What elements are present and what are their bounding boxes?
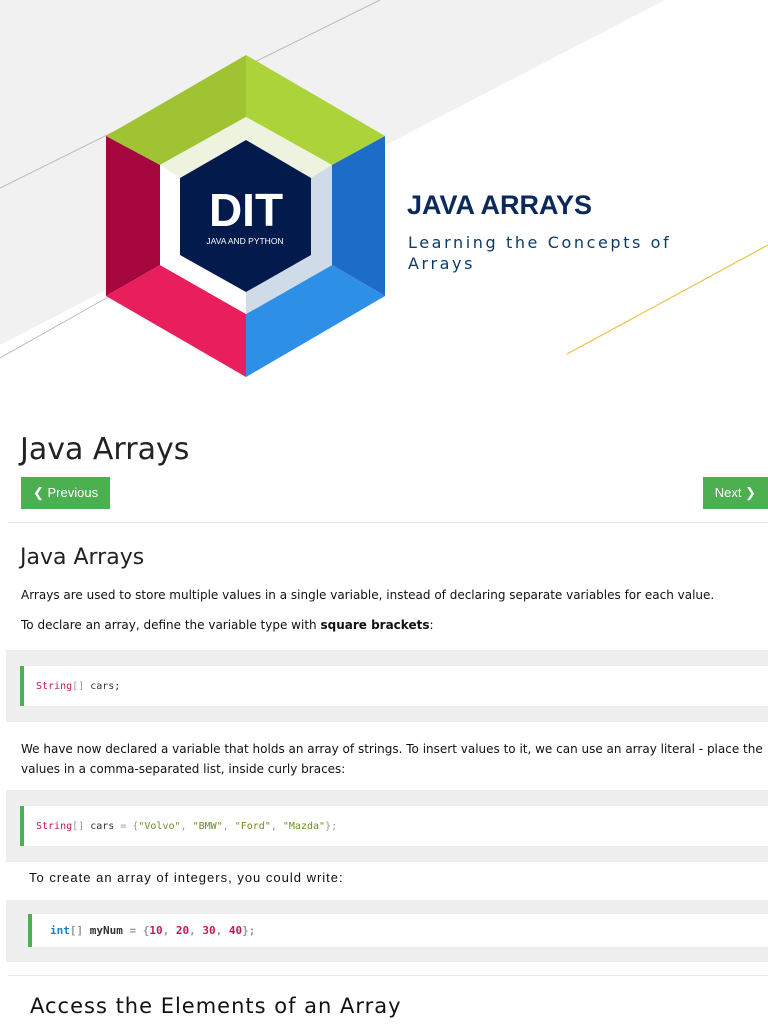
- cover-graphic: DIT JAVA AND PYTHON: [0, 0, 768, 377]
- divider: [8, 975, 768, 976]
- logo-text: DIT: [209, 184, 283, 236]
- text: To declare an array, define the variable…: [21, 618, 321, 632]
- code-number: 30: [202, 924, 216, 937]
- code-line: int[] myNum = {10, 20, 30, 40};: [28, 914, 768, 947]
- code-token: []: [72, 820, 85, 832]
- code-token: cars;: [84, 680, 121, 692]
- cover-banner: DIT JAVA AND PYTHON JAVA ARRAYS Learning…: [0, 0, 768, 390]
- cover-title: JAVA ARRAYS: [407, 190, 593, 220]
- divider: [8, 522, 768, 523]
- code-token: ,: [215, 924, 229, 937]
- bold-text: square brackets: [320, 618, 430, 632]
- code-string: "Ford": [234, 820, 271, 832]
- code-token: ,: [189, 924, 203, 937]
- code-type: String: [36, 820, 73, 832]
- code-token: };: [325, 820, 338, 832]
- code-token: = {: [120, 820, 139, 832]
- code-token: ,: [270, 820, 283, 832]
- paragraph-2: To declare an array, define the variable…: [21, 615, 766, 635]
- code-number: 20: [175, 924, 190, 937]
- section-heading-access: Access the Elements of an Array: [30, 994, 402, 1018]
- code-token: };: [242, 924, 256, 937]
- section-heading: Java Arrays: [20, 545, 145, 570]
- paragraph-3: We have now declared a variable that hol…: [21, 742, 763, 776]
- text: :: [429, 618, 434, 632]
- logo-subtext: JAVA AND PYTHON: [206, 236, 283, 246]
- previous-button[interactable]: ❮ Previous: [21, 477, 111, 509]
- code-example-1: String[] cars;: [6, 650, 768, 722]
- code-token: ,: [180, 820, 193, 832]
- code-token: myNum: [83, 924, 130, 937]
- paragraph-1: Arrays are used to store multiple values…: [21, 588, 715, 602]
- code-token: []: [69, 924, 84, 937]
- cover-subtitle: Learning the Concepts of Arrays: [408, 233, 672, 273]
- code-example-2: String[] cars = {"Volvo", "BMW", "Ford",…: [6, 790, 768, 862]
- code-number: 10: [149, 924, 163, 937]
- code-token: ,: [222, 820, 235, 832]
- code-line: String[] cars = {"Volvo", "BMW", "Ford",…: [20, 806, 768, 846]
- code-token: cars: [84, 820, 121, 832]
- code-string: "Volvo": [138, 820, 181, 832]
- code-token: ,: [162, 924, 176, 937]
- code-line: String[] cars;: [20, 666, 768, 706]
- code-token: []: [72, 680, 85, 692]
- code-token: = {: [129, 924, 150, 937]
- code-type: int: [50, 924, 70, 937]
- code-number: 40: [228, 924, 243, 937]
- code-type: String: [36, 680, 73, 692]
- code-example-3: int[] myNum = {10, 20, 30, 40};: [6, 900, 768, 962]
- code-string: "Mazda": [282, 820, 326, 832]
- paragraph-4: To create an array of integers, you coul…: [29, 870, 344, 885]
- page-title: Java Arrays: [20, 432, 190, 467]
- code-string: "BMW": [192, 820, 223, 832]
- next-button[interactable]: Next ❯: [702, 477, 768, 509]
